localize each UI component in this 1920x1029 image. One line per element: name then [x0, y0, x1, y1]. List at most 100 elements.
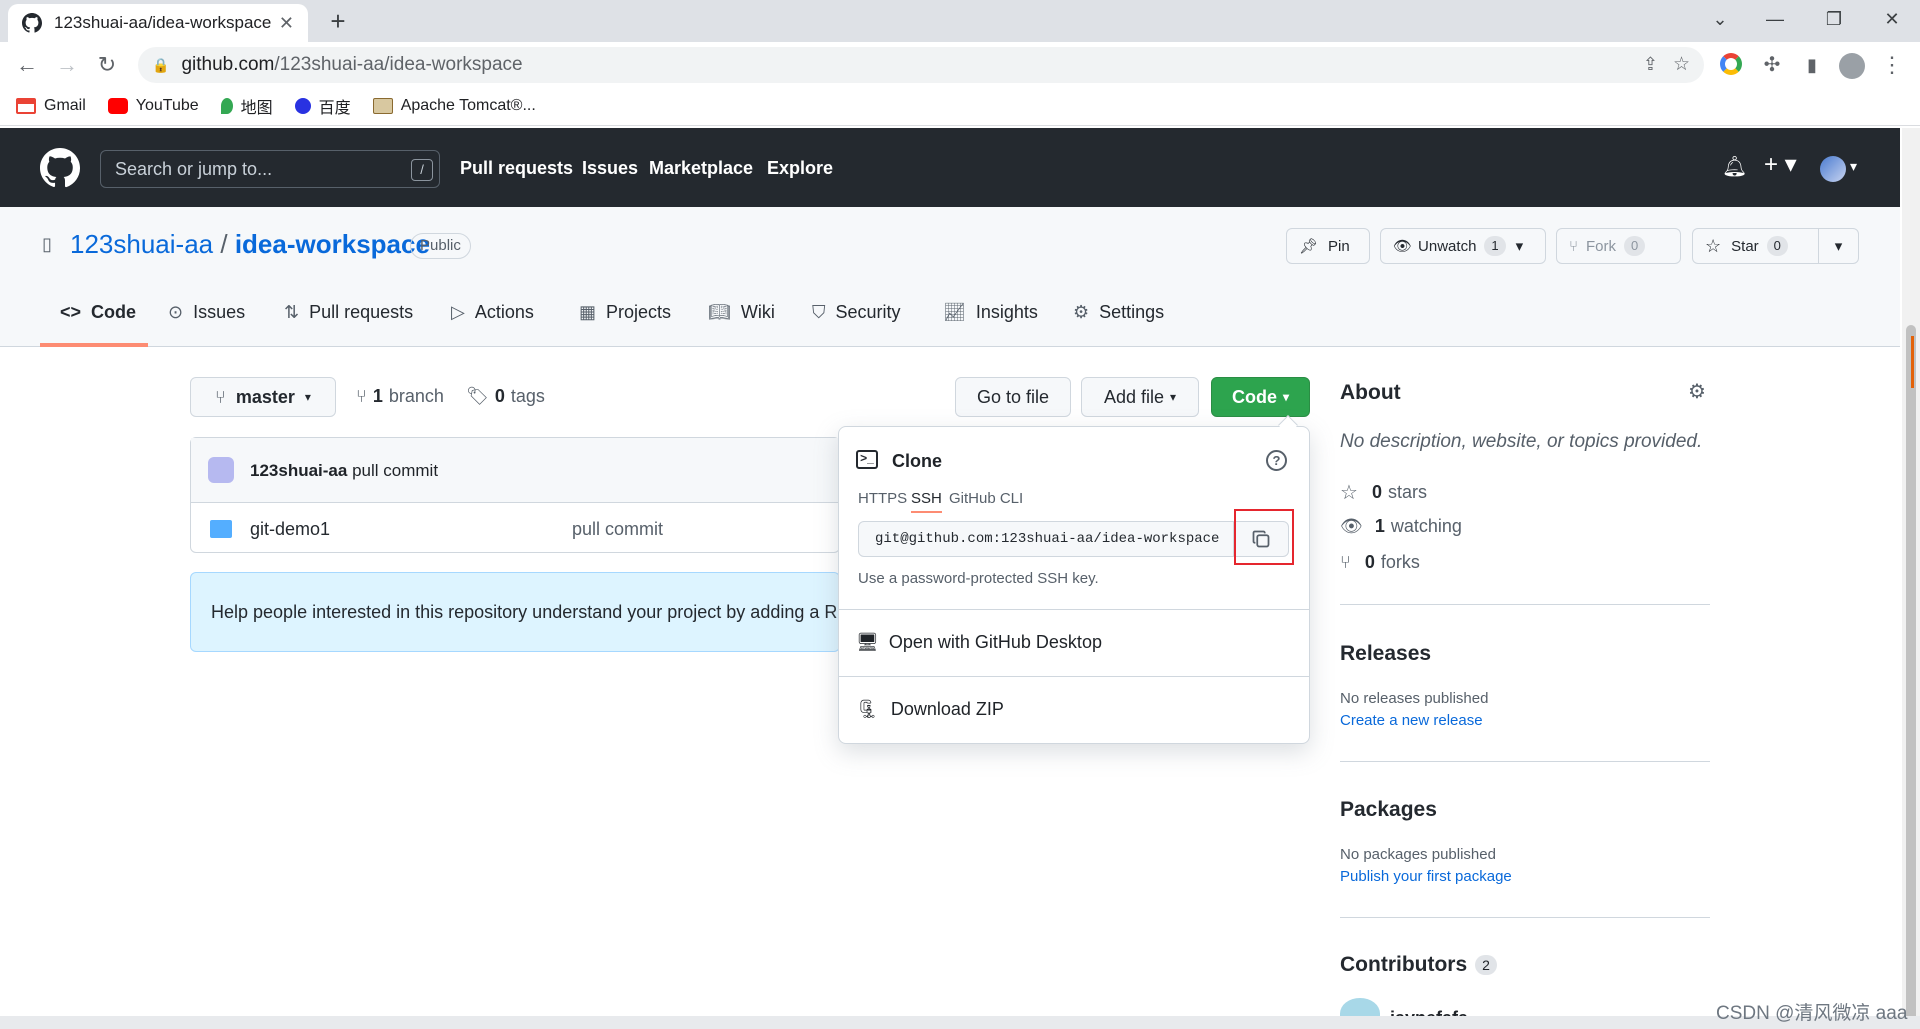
help-question-icon[interactable]: ? [1266, 450, 1287, 471]
clone-title: Clone [892, 451, 943, 471]
star-button[interactable]: ☆ Star 0 [1692, 228, 1819, 264]
no-packages-text: No packages published [1340, 846, 1496, 863]
search-input[interactable]: Search or jump to... / [100, 150, 440, 188]
address-bar[interactable]: 🔒 github.com/123shuai-aa/idea-workspace … [138, 47, 1704, 83]
highlight-box [1234, 509, 1294, 565]
baidu-paw-icon [294, 97, 311, 114]
plus-dropdown-icon[interactable]: + ▾ [1764, 150, 1797, 179]
close-tab-icon[interactable]: ✕ [279, 13, 294, 34]
new-tab-icon[interactable]: + [322, 6, 354, 38]
clone-url-input[interactable]: git@github.com:123shuai-aa/idea-workspac… [858, 521, 1234, 557]
fork-count: 0 [1624, 236, 1646, 256]
url-host: github.com [181, 54, 275, 75]
pin-button[interactable]: 📌︎ Pin [1286, 228, 1370, 264]
tab-insights[interactable]: 📈︎ Insights [943, 302, 1038, 323]
clone-tab-https[interactable]: HTTPS [858, 490, 907, 507]
clone-tab-github-cli[interactable]: GitHub CLI [949, 490, 1023, 507]
extension-icon[interactable] [1720, 53, 1742, 75]
star-icon: ☆ [1340, 482, 1358, 504]
packages-heading[interactable]: Packages [1340, 798, 1437, 822]
repo-owner-link[interactable]: 123shuai-aa [70, 229, 213, 259]
profile-avatar[interactable] [1839, 53, 1865, 79]
download-zip-item[interactable]: 🗜︎ Download ZIP [856, 699, 1004, 720]
watch-count: 1 [1484, 236, 1506, 256]
latest-commit: 123shuai-aa pull commit [250, 461, 438, 481]
publish-package-link[interactable]: Publish your first package [1340, 868, 1512, 885]
issue-icon: ⊙ [168, 302, 184, 322]
clone-tab-ssh[interactable]: SSH [911, 490, 942, 513]
browser-tab[interactable]: 123shuai-aa/idea-workspace ✕ [8, 4, 308, 42]
book-icon: 📖︎ [708, 302, 731, 322]
file-name-link[interactable]: git-demo1 [250, 519, 330, 540]
ssh-hint: Use a password-protected SSH key. [858, 570, 1099, 587]
puzzle-icon[interactable]: ✣ [1757, 50, 1787, 80]
back-icon[interactable]: ← [12, 50, 42, 80]
bookmark-baidu[interactable]: 百度 [294, 94, 351, 118]
avatar-caret-icon[interactable]: ▾ [1850, 158, 1857, 175]
file-commit-link[interactable]: pull commit [572, 519, 663, 540]
star-list-dropdown[interactable]: ▾ [1818, 228, 1859, 264]
contributors-heading[interactable]: Contributors 2 [1340, 953, 1497, 977]
scrollbar-thumb[interactable] [1906, 325, 1916, 1029]
sidebar-icon[interactable]: ▮ [1797, 50, 1827, 80]
nav-issues[interactable]: Issues [582, 158, 638, 179]
stars-link[interactable]: ☆ 0 stars [1340, 480, 1427, 505]
tab-search-icon[interactable]: ⌄ [1690, 4, 1750, 34]
nav-marketplace[interactable]: Marketplace [649, 158, 753, 179]
repo-path-separator: / [220, 229, 228, 259]
fork-button[interactable]: ⑂ Fork 0 [1556, 228, 1681, 264]
tag-icon: 🏷︎ [466, 386, 489, 406]
restore-icon[interactable]: ❐ [1804, 4, 1864, 34]
close-window-icon[interactable]: ✕ [1862, 4, 1920, 34]
tab-security[interactable]: ⛉ Security [812, 302, 901, 323]
user-avatar[interactable] [1820, 156, 1846, 182]
menu-dots-icon[interactable]: ⋮ [1877, 50, 1907, 80]
bell-icon[interactable]: 🔔︎ [1722, 154, 1747, 179]
tab-projects[interactable]: ▦ Projects [579, 302, 671, 323]
branch-select-button[interactable]: ⑂ master ▾ [190, 377, 336, 417]
forward-icon[interactable]: → [52, 50, 82, 80]
releases-heading[interactable]: Releases [1340, 642, 1431, 666]
nav-pull-requests[interactable]: Pull requests [460, 158, 573, 179]
graph-icon: 📈︎ [943, 302, 966, 322]
tab-issues[interactable]: ⊙ Issues [168, 302, 245, 323]
bookmark-tomcat[interactable]: Apache Tomcat®... [372, 97, 536, 115]
file-zip-icon: 🗜︎ [856, 699, 879, 719]
go-to-file-button[interactable]: Go to file [955, 377, 1071, 417]
about-heading: About [1340, 381, 1401, 404]
open-desktop-item[interactable]: 🖥︎ Open with GitHub Desktop [856, 632, 1102, 653]
tags-link[interactable]: 🏷︎ 0 tags [466, 386, 545, 407]
repo-name-link[interactable]: idea-workspace [235, 229, 430, 259]
minimize-icon[interactable]: — [1745, 4, 1805, 34]
commit-message-link[interactable]: pull commit [352, 461, 438, 480]
gear-icon[interactable]: ⚙ [1688, 379, 1706, 404]
code-button[interactable]: Code ▾ [1211, 377, 1310, 417]
watchers-link[interactable]: 👁︎ 1 watching [1340, 516, 1462, 537]
caret-down-icon: ▾ [1170, 390, 1177, 404]
bookmark-gmail[interactable]: Gmail [16, 97, 86, 115]
create-release-link[interactable]: Create a new release [1340, 712, 1483, 729]
fork-icon: ⑂ [1340, 552, 1351, 572]
share-icon[interactable]: ⇪ [1643, 54, 1658, 75]
tab-pull-requests[interactable]: ⇅ Pull requests [284, 302, 413, 323]
slash-key-icon: / [411, 159, 433, 181]
tab-code[interactable]: <> Code [60, 302, 136, 323]
tab-actions[interactable]: ▷ Actions [451, 302, 534, 323]
caret-down-icon: ▾ [304, 390, 311, 404]
commit-author-avatar[interactable] [208, 457, 234, 483]
about-description: No description, website, or topics provi… [1340, 431, 1703, 452]
tab-settings[interactable]: ⚙ Settings [1073, 302, 1164, 323]
bookmark-star-icon[interactable]: ☆ [1673, 53, 1690, 76]
tab-wiki[interactable]: 📖︎ Wiki [708, 302, 775, 323]
bookmark-youtube[interactable]: YouTube [107, 97, 199, 115]
commit-author-link[interactable]: 123shuai-aa [250, 461, 347, 480]
add-file-button[interactable]: Add file ▾ [1081, 377, 1199, 417]
github-logo-icon[interactable] [40, 148, 80, 188]
branches-link[interactable]: ⑂ 1 branch [356, 386, 444, 407]
unwatch-button[interactable]: 👁︎ Unwatch 1 ▾ [1380, 228, 1546, 264]
nav-explore[interactable]: Explore [767, 158, 833, 179]
forks-link[interactable]: ⑂ 0 forks [1340, 552, 1420, 573]
reload-icon[interactable]: ↻ [92, 50, 122, 80]
bookmark-maps[interactable]: 地图 [220, 94, 273, 118]
caret-down-icon: ▾ [1515, 238, 1524, 255]
